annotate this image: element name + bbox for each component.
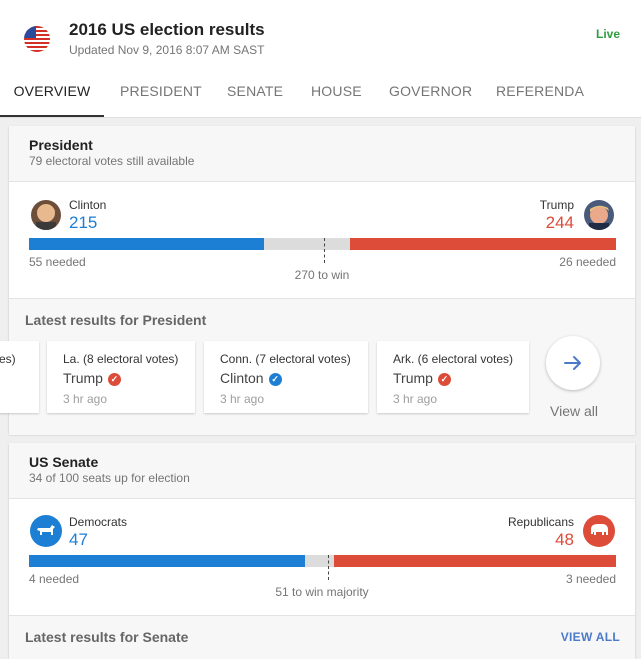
result-time: 3 hr ago — [63, 392, 108, 406]
result-winner: Trump ✓ — [63, 370, 121, 386]
trump-bar — [350, 238, 616, 250]
clinton-name: Clinton — [69, 198, 107, 212]
clinton-votes: 215 — [69, 213, 98, 232]
result-winner-name: Trump — [63, 370, 103, 386]
latest-president-title: Latest results for President — [25, 312, 207, 328]
tab-bar: OVERVIEW PRESIDENT SENATE HOUSE GOVERNOR… — [0, 70, 641, 117]
result-winner-name: Trump — [393, 370, 433, 386]
us-flag-icon — [24, 26, 50, 52]
republicans-name: Republicans — [507, 515, 574, 529]
clinton-avatar — [31, 200, 61, 230]
result-winner-name: Clinton — [220, 370, 264, 386]
majority-threshold-line — [328, 555, 329, 580]
win-threshold-line — [324, 238, 325, 263]
arrow-right-icon — [564, 356, 581, 370]
view-all-president-link[interactable]: View all — [550, 403, 598, 419]
result-card-ark[interactable]: Ark. (6 electoral votes) Trump ✓ 3 hr ago — [377, 341, 529, 413]
latest-senate-title: Latest results for Senate — [25, 629, 189, 645]
senate-card-header: US Senate 34 of 100 seats up for electio… — [9, 443, 635, 499]
election-header: 2016 US election results Updated Nov 9, … — [0, 0, 641, 118]
view-all-senate-link[interactable]: VIEW ALL — [561, 630, 620, 644]
result-card-conn[interactable]: Conn. (7 electoral votes) Clinton ✓ 3 hr … — [204, 341, 368, 413]
trump-needed: 26 needed — [559, 255, 616, 269]
democrats-name: Democrats — [69, 515, 128, 529]
majority-label: 51 to win majority — [275, 585, 369, 599]
trump-votes: 244 — [545, 213, 574, 232]
result-time: 3 hr ago — [393, 392, 438, 406]
page-title: 2016 US election results — [69, 20, 265, 39]
result-winner: Clinton ✓ — [220, 370, 282, 386]
check-icon: ✓ — [107, 373, 121, 386]
president-subtitle: 79 electoral votes still available — [29, 154, 195, 168]
clinton-needed: 55 needed — [29, 255, 86, 269]
democrats-bar — [29, 555, 305, 567]
senate-card: US Senate 34 of 100 seats up for electio… — [9, 443, 635, 659]
tab-senate[interactable]: SENATE — [227, 70, 283, 115]
result-time: 3 hr ago — [220, 392, 265, 406]
senate-subtitle: 34 of 100 seats up for election — [29, 471, 190, 485]
tab-president[interactable]: PRESIDENT — [120, 70, 202, 115]
elephant-icon — [583, 515, 615, 547]
result-state: La. (8 electoral votes) — [63, 352, 179, 366]
result-state: Conn. (7 electoral votes) — [220, 352, 351, 366]
live-badge: Live — [595, 27, 620, 41]
democrats-needed: 4 needed — [29, 572, 80, 586]
tab-overview[interactable]: OVERVIEW — [0, 70, 104, 117]
republicans-bar — [334, 555, 616, 567]
trump-name: Trump — [539, 198, 574, 212]
tab-referenda[interactable]: REFERENDA — [496, 70, 584, 115]
check-icon: ✓ — [268, 373, 282, 386]
check-icon: ✓ — [437, 373, 451, 386]
undecided-bar — [264, 238, 350, 250]
president-card-header: President 79 electoral votes still avail… — [9, 126, 635, 182]
clinton-bar — [29, 238, 264, 250]
result-state: es) — [0, 352, 16, 366]
undecided-seats-bar — [305, 555, 334, 567]
result-card-la[interactable]: La. (8 electoral votes) Trump ✓ 3 hr ago — [47, 341, 195, 413]
donkey-icon — [30, 515, 62, 547]
democrats-seats: 47 — [69, 530, 88, 549]
next-results-button[interactable] — [546, 336, 600, 390]
result-state: Ark. (6 electoral votes) — [393, 352, 514, 366]
republicans-needed: 3 needed — [565, 572, 616, 586]
latest-president-results: Latest results for President es) La. (8 … — [0, 298, 635, 435]
result-winner: Trump ✓ — [393, 370, 451, 386]
result-card-partial[interactable]: es) — [0, 341, 39, 413]
to-win-label: 270 to win — [294, 268, 350, 282]
republicans-seats: 48 — [555, 530, 574, 549]
tab-house[interactable]: HOUSE — [311, 70, 362, 115]
president-card: President 79 electoral votes still avail… — [0, 126, 635, 435]
president-title: President — [29, 137, 93, 153]
senate-title: US Senate — [29, 454, 99, 470]
updated-timestamp: Updated Nov 9, 2016 8:07 AM SAST — [69, 43, 265, 57]
trump-avatar — [584, 200, 614, 230]
latest-senate-results: Latest results for Senate VIEW ALL — [9, 615, 635, 659]
tab-governor[interactable]: GOVERNOR — [389, 70, 472, 115]
